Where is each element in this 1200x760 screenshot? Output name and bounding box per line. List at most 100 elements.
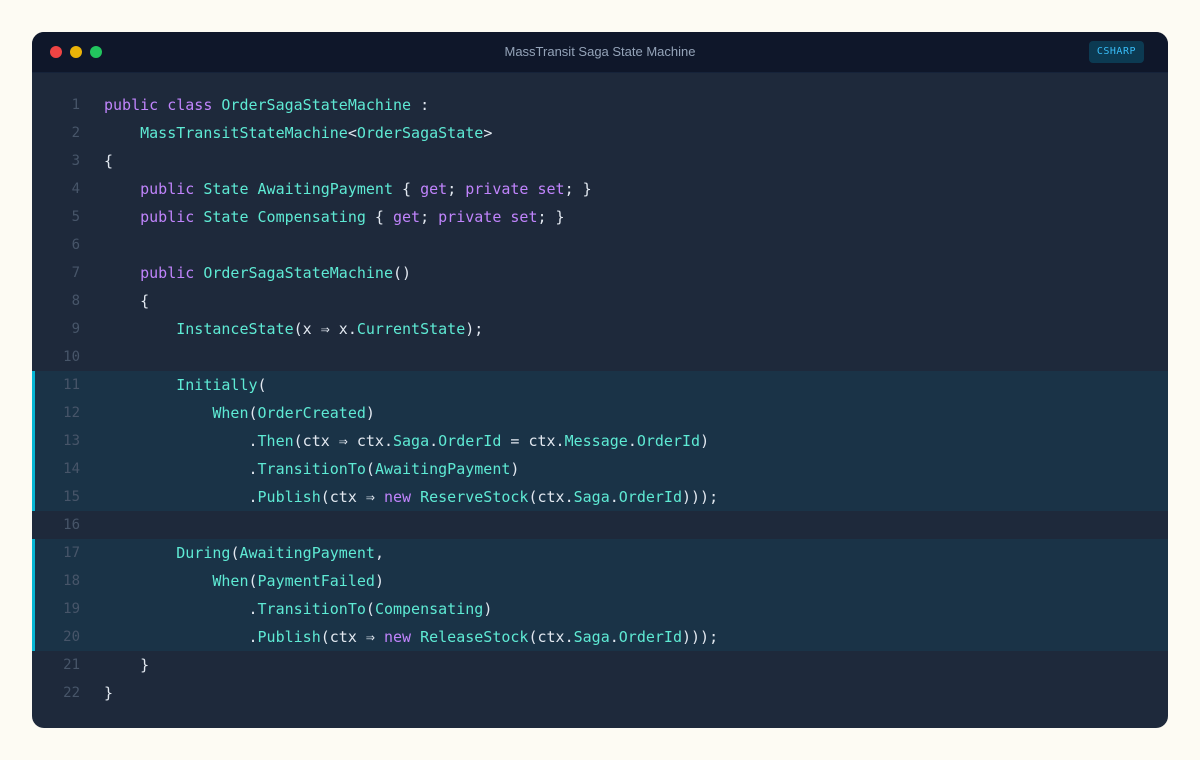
line-number: 1 bbox=[71, 97, 80, 113]
code-token: . bbox=[104, 600, 258, 618]
identifier-token: OrderSagaState bbox=[356, 124, 484, 142]
title-bar: MassTransit Saga State Machine CSHARP bbox=[32, 32, 1168, 73]
code-line: 7 public OrderSagaStateMachine() bbox=[32, 259, 1168, 287]
keyword-token: new bbox=[383, 628, 412, 646]
language-badge: CSHARP bbox=[1088, 41, 1144, 63]
identifier-token: OrderId bbox=[618, 488, 682, 506]
code-token: ) bbox=[483, 600, 493, 618]
code-token: ; } bbox=[564, 180, 592, 198]
identifier-token: OrderCreated bbox=[257, 404, 366, 422]
line-number: 7 bbox=[71, 265, 80, 281]
identifier-token: Message bbox=[564, 432, 628, 450]
code-token: ))); bbox=[682, 628, 719, 646]
code-token: (ctx. bbox=[528, 488, 574, 506]
code-token: (x ⇒ x. bbox=[293, 320, 357, 338]
line-number: 8 bbox=[71, 293, 80, 309]
identifier-token: MassTransitStateMachine bbox=[140, 124, 348, 142]
line-number: 9 bbox=[71, 321, 80, 337]
line-number: 17 bbox=[63, 545, 80, 561]
code-token: (ctx ⇒ ctx. bbox=[293, 432, 393, 450]
code-line: 18 When(PaymentFailed) bbox=[32, 567, 1168, 595]
code-token: = ctx. bbox=[501, 432, 565, 450]
line-number: 13 bbox=[63, 433, 80, 449]
identifier-token: AwaitingPayment bbox=[257, 180, 393, 198]
code-line: 21 } bbox=[32, 651, 1168, 679]
code-token: ); bbox=[465, 320, 484, 338]
code-line: 13 .Then(ctx ⇒ ctx.Saga.OrderId = ctx.Me… bbox=[32, 427, 1168, 455]
line-number: 18 bbox=[63, 573, 80, 589]
code-text: public State Compensating { get; private… bbox=[104, 203, 564, 231]
identifier-token: OrderSagaStateMachine bbox=[221, 96, 412, 114]
code-line: 11 Initially( bbox=[32, 371, 1168, 399]
code-line: 4 public State AwaitingPayment { get; pr… bbox=[32, 175, 1168, 203]
line-number: 16 bbox=[63, 517, 80, 533]
keyword-token: public bbox=[140, 208, 195, 226]
identifier-token: Saga bbox=[393, 432, 430, 450]
code-token: ( bbox=[365, 460, 375, 478]
identifier-token: Compensating bbox=[257, 208, 366, 226]
code-text: Initially( bbox=[104, 371, 266, 399]
code-text: public class OrderSagaStateMachine : bbox=[104, 91, 429, 119]
code-token: ) bbox=[374, 572, 384, 590]
code-text: public State AwaitingPayment { get; priv… bbox=[104, 175, 592, 203]
identifier-token: PaymentFailed bbox=[257, 572, 375, 590]
code-line: 9 InstanceState(x ⇒ x.CurrentState); bbox=[32, 315, 1168, 343]
window-title: MassTransit Saga State Machine bbox=[504, 44, 696, 59]
code-token: } bbox=[104, 656, 150, 674]
code-line: 19 .TransitionTo(Compensating) bbox=[32, 595, 1168, 623]
code-token: ) bbox=[510, 460, 520, 478]
identifier-token: OrderSagaStateMachine bbox=[203, 264, 393, 282]
code-token: ; bbox=[420, 208, 439, 226]
code-token: . bbox=[104, 488, 258, 506]
code-token: . bbox=[104, 460, 258, 478]
code-token: . bbox=[104, 432, 258, 450]
identifier-token: Initially bbox=[176, 376, 258, 394]
code-line: 16 bbox=[32, 511, 1168, 539]
code-token: { bbox=[393, 180, 421, 198]
identifier-token: AwaitingPayment bbox=[239, 544, 375, 562]
code-line: 1 public class OrderSagaStateMachine : bbox=[32, 91, 1168, 119]
line-number: 21 bbox=[63, 657, 80, 673]
identifier-token: Then bbox=[257, 432, 294, 450]
code-text: InstanceState(x ⇒ x.CurrentState); bbox=[104, 315, 483, 343]
line-number: 22 bbox=[63, 685, 80, 701]
code-text: .TransitionTo(AwaitingPayment) bbox=[104, 455, 519, 483]
identifier-token: Saga bbox=[573, 488, 610, 506]
identifier-token: During bbox=[176, 544, 231, 562]
line-number: 11 bbox=[63, 377, 80, 393]
code-token: ) bbox=[700, 432, 710, 450]
code-token: ( bbox=[248, 404, 258, 422]
code-token: . bbox=[609, 488, 619, 506]
code-token: { bbox=[104, 292, 150, 310]
identifier-token: Saga bbox=[573, 628, 610, 646]
code-text: .Publish(ctx ⇒ new ReserveStock(ctx.Saga… bbox=[104, 483, 718, 511]
line-number: 10 bbox=[63, 349, 80, 365]
code-token: ) bbox=[365, 404, 375, 422]
line-number: 12 bbox=[63, 405, 80, 421]
identifier-token: ReserveStock bbox=[420, 488, 529, 506]
code-token: { bbox=[104, 152, 114, 170]
code-token: (ctx. bbox=[528, 628, 574, 646]
code-token: (ctx ⇒ bbox=[320, 488, 384, 506]
code-text: .Publish(ctx ⇒ new ReleaseStock(ctx.Saga… bbox=[104, 623, 718, 651]
identifier-token: Compensating bbox=[374, 600, 484, 618]
keyword-token: public bbox=[140, 180, 195, 198]
code-token: : bbox=[411, 96, 430, 114]
line-number: 15 bbox=[63, 489, 80, 505]
identifier-token: OrderId bbox=[438, 432, 502, 450]
keyword-token: get bbox=[393, 208, 421, 226]
code-line: 12 When(OrderCreated) bbox=[32, 399, 1168, 427]
code-editor[interactable]: 1 public class OrderSagaStateMachine :2 M… bbox=[32, 91, 1168, 707]
identifier-token: State bbox=[203, 180, 249, 198]
code-line: 8 { bbox=[32, 287, 1168, 315]
line-number: 6 bbox=[71, 237, 80, 253]
